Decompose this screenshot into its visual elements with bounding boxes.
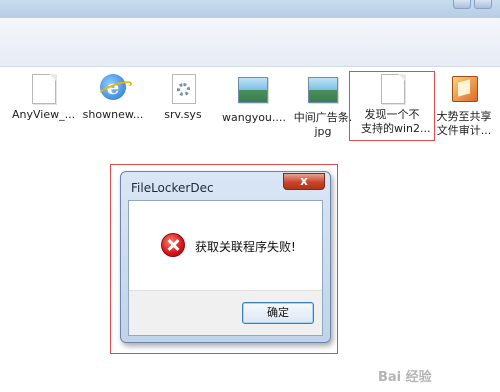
file-item-shownew[interactable]: e shownew... — [82, 74, 144, 122]
maximize-button[interactable] — [474, 0, 492, 9]
file-label-line2: jpg — [314, 125, 332, 138]
file-label: shownew... — [82, 108, 144, 121]
file-label: wangyou.... — [222, 111, 286, 124]
document-icon — [377, 74, 407, 104]
explorer-toolbar — [0, 18, 500, 67]
error-message: 获取关联程序失败! — [195, 240, 296, 254]
window-controls — [453, 0, 492, 10]
ie-icon: e — [98, 74, 128, 104]
file-label: 中间广告条. — [293, 111, 353, 124]
file-item-ad-banner[interactable]: 中间广告条. jpg — [292, 74, 354, 139]
ok-button[interactable]: 确定 — [242, 302, 314, 324]
dialog-title: FileLockerDec — [131, 181, 214, 195]
file-label: srv.sys — [164, 108, 202, 121]
system-file-icon — [168, 74, 198, 104]
file-item-unsupported-win2[interactable]: 发现一个不 支持的win2... — [361, 74, 431, 136]
file-item-anyview[interactable]: AnyView_... — [12, 74, 76, 122]
dialog-body: 获取关联程序失败! 确定 — [128, 200, 323, 336]
file-item-dashizhi[interactable]: 大势至共享 文件审计... — [433, 74, 495, 138]
minimize-button[interactable] — [453, 0, 471, 9]
error-dialog: FileLockerDec x 获取关联程序失败! 确定 — [120, 171, 331, 343]
app-icon — [449, 76, 479, 106]
window-titlebar — [0, 0, 500, 18]
document-icon — [28, 74, 58, 104]
close-button[interactable]: x — [283, 173, 325, 190]
file-item-srv-sys[interactable]: srv.sys — [152, 74, 214, 122]
image-icon — [238, 77, 268, 107]
file-label-line2: 支持的win2... — [361, 122, 431, 135]
file-label: 大势至共享 — [436, 110, 492, 123]
watermark: Bai 经验 — [378, 370, 432, 385]
file-label-line2: 文件审计... — [436, 124, 492, 137]
file-item-wangyou[interactable]: wangyou.... — [222, 74, 286, 125]
error-icon — [161, 233, 185, 257]
image-icon — [308, 77, 338, 107]
file-label: AnyView_... — [12, 108, 76, 121]
file-label: 发现一个不 — [364, 108, 420, 121]
